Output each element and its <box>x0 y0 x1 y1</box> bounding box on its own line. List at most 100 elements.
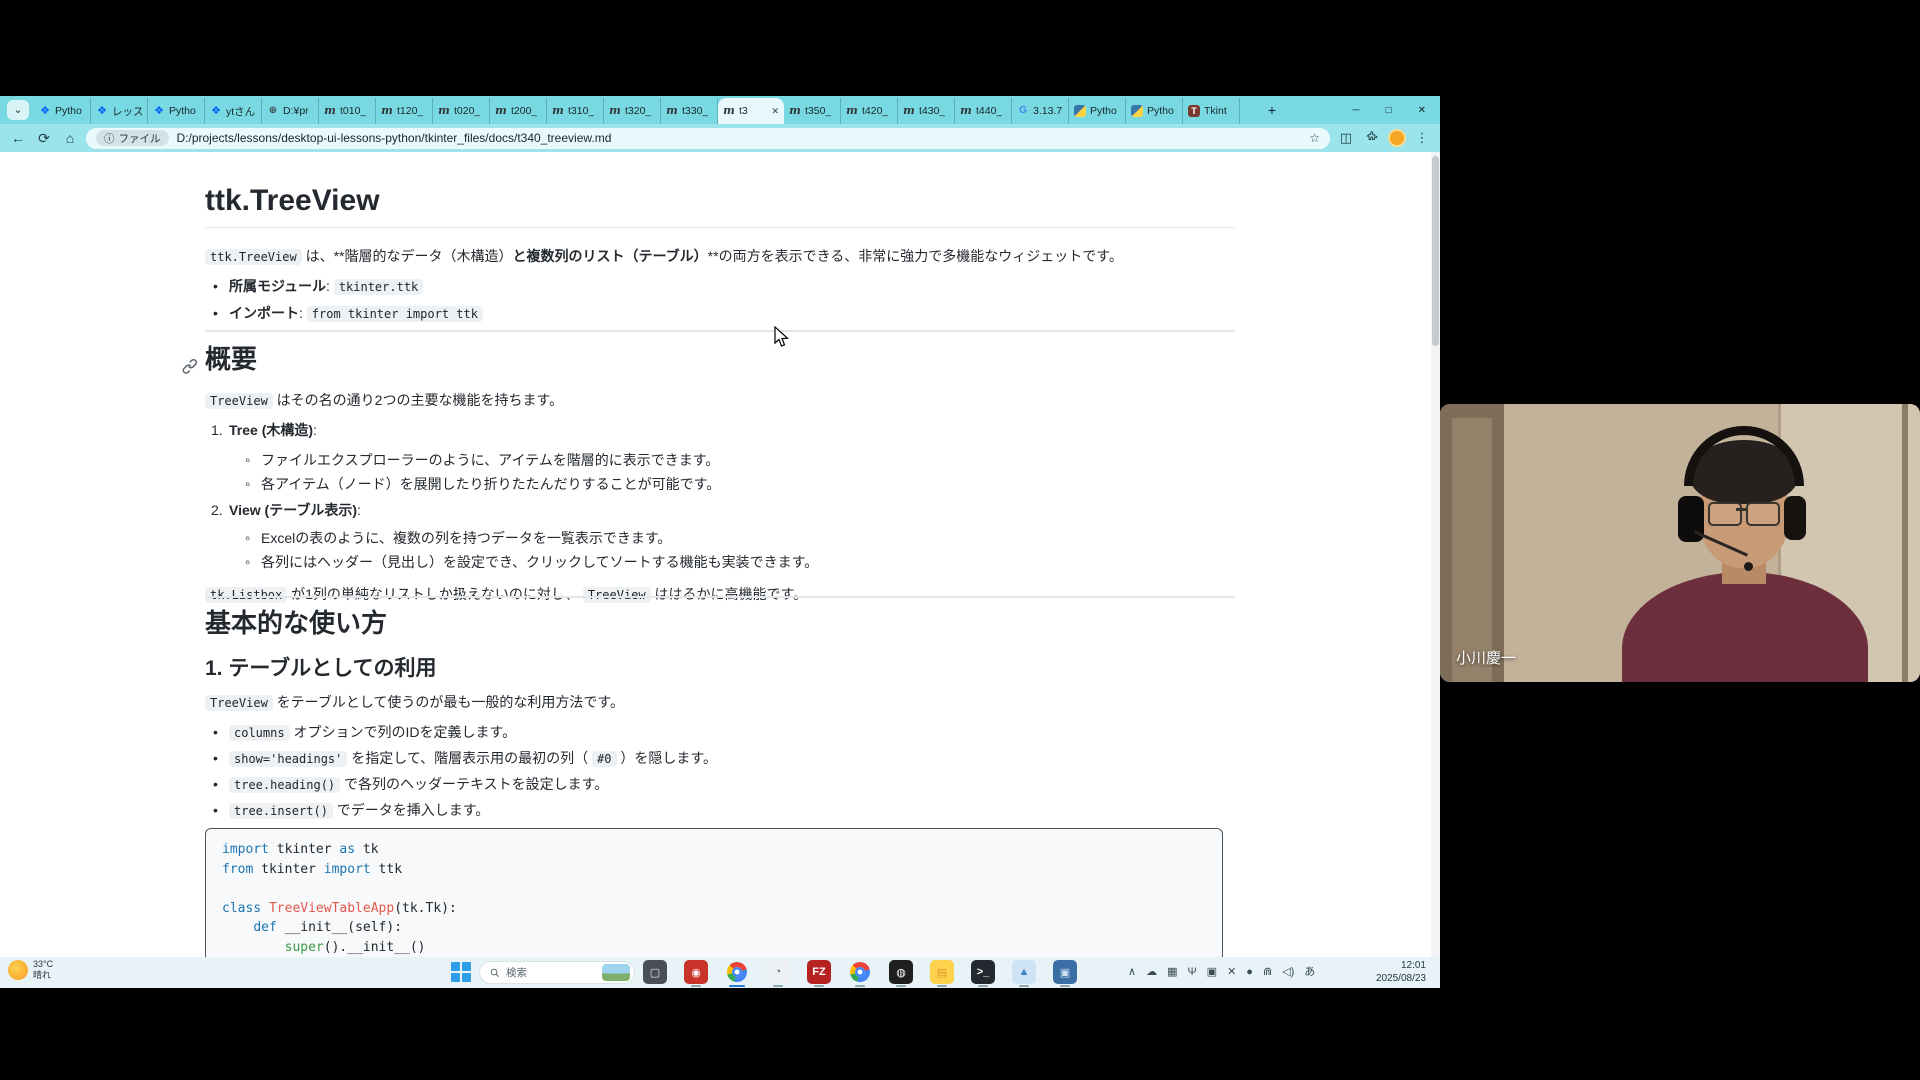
kebab-menu-icon[interactable]: ⋮ <box>1412 130 1432 146</box>
tab-D:¥pr[interactable]: ⊕D:¥pr <box>262 98 319 124</box>
dropbox-icon: ❖ <box>96 105 108 117</box>
tab-ytさん[interactable]: ❖ytさん <box>205 98 262 124</box>
tab-t440_[interactable]: mt440_ <box>955 98 1012 124</box>
start-button[interactable] <box>451 962 472 983</box>
tab-3.13.7[interactable]: G3.13.7 <box>1012 98 1069 124</box>
tab-t430_[interactable]: mt430_ <box>898 98 955 124</box>
inline-code: ttk.TreeView <box>205 249 302 265</box>
tab-label: t420_ <box>862 105 888 117</box>
address-bar[interactable]: ⓘ ファイル D:/projects/lessons/desktop-ui-le… <box>86 128 1330 149</box>
code-line: from tkinter import ttk <box>222 860 1206 880</box>
taskbar-app-terminal[interactable]: >_ <box>971 960 995 984</box>
heading-link-icon[interactable] <box>182 350 198 366</box>
taskbar-app-app-red[interactable]: ◉ <box>684 960 708 984</box>
search-highlight-thumbnail <box>602 964 630 981</box>
dropbox-icon: ❖ <box>153 105 165 117</box>
tab-close-icon[interactable]: ✕ <box>771 106 779 117</box>
tab-t420_[interactable]: mt420_ <box>841 98 898 124</box>
text-segment: が1列の単純なリストしか扱えないのに対し、 <box>287 586 583 602</box>
new-tab-button[interactable]: + <box>1262 101 1282 121</box>
text-segment: ）を隠します。 <box>617 750 718 766</box>
tab-search-button[interactable]: ⌄ <box>7 100 29 120</box>
markdown-icon: m <box>723 105 735 117</box>
taskbar-app-filezilla[interactable]: FZ <box>807 960 831 984</box>
x-icon[interactable]: ✕ <box>1227 963 1236 981</box>
bullet-icon: • <box>213 774 218 795</box>
page-scrollbar[interactable] <box>1431 152 1440 957</box>
tab-label: 3.13.7 <box>1033 105 1062 117</box>
taskbar-app-app-contact[interactable]: ◔ <box>766 960 790 984</box>
back-button[interactable]: ← <box>8 130 28 146</box>
inline-code: show='headings' <box>229 751 347 767</box>
text-segment: **の両方を表示できる、非常に強力で多機能なウィジェットです。 <box>708 248 1123 264</box>
minimize-button[interactable]: ─ <box>1352 105 1359 116</box>
tab-t3[interactable]: mt3✕ <box>718 98 784 124</box>
tab-Pytho[interactable]: ❖Pytho <box>148 98 205 124</box>
divider <box>205 596 1235 598</box>
cli-block-12: ◦各列にはヘッダー（見出し）を設定でき、クリックしてソートする機能も実装できます… <box>261 552 1231 573</box>
text-segment: はその名の通り2つの主要な機能を持ちます。 <box>273 392 563 408</box>
maximize-button[interactable]: □ <box>1386 105 1392 116</box>
tab-Pytho[interactable]: ❖Pytho <box>34 98 91 124</box>
tab-t350_[interactable]: mt350_ <box>784 98 841 124</box>
taskbar-app-app-blue[interactable]: ▣ <box>1053 960 1077 984</box>
status-dot-icon[interactable]: ● <box>1246 963 1253 981</box>
tab-t020_[interactable]: mt020_ <box>433 98 490 124</box>
tab-Tkint[interactable]: TTkint <box>1183 98 1240 124</box>
python-icon <box>1074 105 1086 117</box>
running-indicator <box>814 985 824 988</box>
running-indicator <box>896 985 906 988</box>
tab-Pytho[interactable]: Pytho <box>1069 98 1126 124</box>
cloud-icon[interactable]: ☁ <box>1146 963 1157 981</box>
close-button[interactable]: ✕ <box>1418 105 1426 116</box>
taskbar-app-photos[interactable]: ▲ <box>1012 960 1036 984</box>
text-segment: を指定して、階層表示用の最初の列（ <box>347 750 592 766</box>
taskbar-clock[interactable]: 12:01 2025/08/23 <box>1358 960 1426 985</box>
reload-button[interactable]: ⟳ <box>34 130 54 147</box>
taskbar-app-chrome[interactable] <box>725 960 749 984</box>
taskbar-app-chrome-profile[interactable] <box>848 960 872 984</box>
tab-t320_[interactable]: mt320_ <box>604 98 661 124</box>
code-line: super().__init__() <box>222 938 1206 958</box>
chevron-up-icon[interactable]: ∧ <box>1128 963 1136 981</box>
url-text[interactable]: D:/projects/lessons/desktop-ui-lessons-p… <box>177 131 612 145</box>
file-scheme-chip[interactable]: ⓘ ファイル <box>96 130 169 146</box>
home-button[interactable]: ⌂ <box>60 130 80 146</box>
code-token: from <box>222 862 253 877</box>
wifi-icon[interactable]: ⋒ <box>1263 963 1272 981</box>
taskbar-app-app-window[interactable]: ▢ <box>643 960 667 984</box>
weather-widget[interactable]: 33°C 晴れ <box>8 959 53 981</box>
list-number: 2. <box>211 500 223 521</box>
volume-icon[interactable]: ◁) <box>1282 963 1294 981</box>
markdown-icon: m <box>438 105 450 117</box>
tab-t310_[interactable]: mt310_ <box>547 98 604 124</box>
mic-icon[interactable]: Ψ <box>1187 963 1196 981</box>
snip-icon[interactable]: ▣ <box>1207 963 1217 981</box>
extensions-puzzle-icon[interactable] <box>1362 130 1382 146</box>
taskbar-app-explorer[interactable]: ▤ <box>930 960 954 984</box>
taskbar-app-app-black[interactable]: ◍ <box>889 960 913 984</box>
side-panel-icon[interactable]: ◫ <box>1336 130 1356 146</box>
tab-t200_[interactable]: mt200_ <box>490 98 547 124</box>
scrollbar-thumb[interactable] <box>1432 156 1439 346</box>
grid-icon[interactable]: ▦ <box>1167 963 1177 981</box>
inline-code: TreeView <box>205 393 273 409</box>
ime-badge[interactable]: あ <box>1304 963 1315 981</box>
tab-t330_[interactable]: mt330_ <box>661 98 718 124</box>
taskbar-search[interactable]: 検索 <box>479 961 635 984</box>
code-token: tkinter <box>253 862 323 877</box>
cli-block-11: ◦Excelの表のように、複数の列を持つデータを一覧表示できます。 <box>261 528 1231 549</box>
inline-code: tree.heading() <box>229 777 340 793</box>
tab-t120_[interactable]: mt120_ <box>376 98 433 124</box>
tab-レッス[interactable]: ❖レッス <box>91 98 148 124</box>
bookmark-star-icon[interactable]: ☆ <box>1309 131 1320 145</box>
profile-avatar[interactable] <box>1388 129 1406 147</box>
tab-t010_[interactable]: mt010_ <box>319 98 376 124</box>
running-indicator <box>729 985 745 988</box>
text-segment: オプションで列のIDを定義します。 <box>290 724 517 740</box>
cli-block-8: ◦ファイルエクスプローラーのように、アイテムを階層的に表示できます。 <box>261 450 1231 471</box>
code-token <box>261 901 269 916</box>
tab-Pytho[interactable]: Pytho <box>1126 98 1183 124</box>
circle-bullet-icon: ◦ <box>245 450 250 471</box>
tab-label: t010_ <box>340 105 366 117</box>
